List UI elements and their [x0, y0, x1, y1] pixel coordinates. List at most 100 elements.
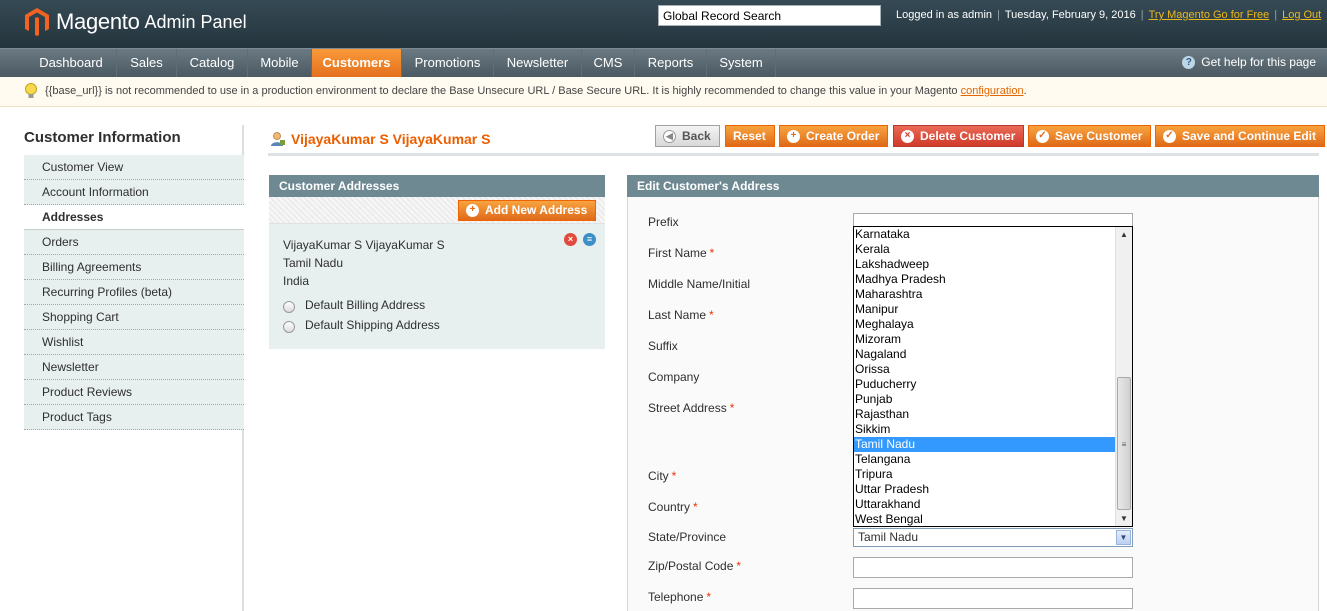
dropdown-scrollbar[interactable]: ▲ ≡ ▼: [1115, 227, 1132, 526]
chevron-down-icon[interactable]: ▼: [1116, 530, 1131, 545]
add-new-address-button[interactable]: + Add New Address: [458, 200, 597, 221]
prefix-label: Prefix: [648, 215, 679, 229]
logo-subtitle: Admin Panel: [144, 11, 247, 32]
nav-reports[interactable]: Reports: [635, 49, 707, 77]
help-link[interactable]: ? Get help for this page: [1182, 55, 1316, 69]
save-continue-button[interactable]: ✓ Save and Continue Edit: [1155, 125, 1326, 147]
sidebar-item-addresses[interactable]: Addresses: [24, 205, 244, 230]
save-customer-button[interactable]: ✓ Save Customer: [1028, 125, 1152, 147]
edit-address-header: Edit Customer's Address: [627, 175, 1319, 197]
state-option[interactable]: Manipur: [854, 302, 1116, 317]
state-option[interactable]: Meghalaya: [854, 317, 1116, 332]
state-option[interactable]: Sikkim: [854, 422, 1116, 437]
address-region: Tamil Nadu: [283, 256, 344, 270]
state-option[interactable]: Tamil Nadu: [854, 437, 1116, 452]
notice-end: .: [1023, 85, 1027, 97]
nav-system[interactable]: System: [707, 49, 776, 77]
scroll-down-icon[interactable]: ▼: [1116, 511, 1132, 526]
state-option[interactable]: Mizoram: [854, 332, 1116, 347]
state-option[interactable]: Orissa: [854, 362, 1116, 377]
nav-promotions[interactable]: Promotions: [402, 49, 494, 77]
add-new-address-label: Add New Address: [485, 203, 588, 217]
scroll-up-icon[interactable]: ▲: [1116, 227, 1132, 242]
delete-customer-button[interactable]: × Delete Customer: [893, 125, 1025, 147]
state-option[interactable]: Punjab: [854, 392, 1116, 407]
last-name-label: Last Name *: [648, 308, 714, 322]
try-magento-link[interactable]: Try Magento Go for Free: [1149, 9, 1270, 21]
nav-dashboard[interactable]: Dashboard: [26, 49, 117, 77]
state-option[interactable]: Lakshadweep: [854, 257, 1116, 272]
sidebar-tabs: Customer View Account Information Addres…: [24, 155, 244, 430]
lightbulb-icon: [25, 83, 37, 98]
admin-header: Magento Admin Panel Logged in as admin|T…: [0, 0, 1327, 48]
state-option[interactable]: Madhya Pradesh: [854, 272, 1116, 287]
sidebar-item-product-tags[interactable]: Product Tags: [24, 405, 244, 430]
plus-icon: +: [787, 129, 800, 143]
delete-customer-button-label: Delete Customer: [920, 128, 1016, 143]
nav-catalog[interactable]: Catalog: [177, 49, 248, 77]
sidebar-item-orders[interactable]: Orders: [24, 230, 244, 255]
nav-cms[interactable]: CMS: [582, 49, 635, 77]
state-option[interactable]: West Bengal: [854, 512, 1116, 526]
state-option[interactable]: Telangana: [854, 452, 1116, 467]
remove-address-icon[interactable]: ×: [564, 233, 577, 246]
title-divider: [268, 153, 1319, 156]
delete-icon: ×: [901, 129, 914, 143]
nav-mobile[interactable]: Mobile: [248, 49, 312, 77]
state-option[interactable]: Karnataka: [854, 227, 1116, 242]
state-option[interactable]: Puducherry: [854, 377, 1116, 392]
zip-input[interactable]: [853, 557, 1133, 578]
telephone-input[interactable]: [853, 588, 1133, 609]
sidebar-item-customer-view[interactable]: Customer View: [24, 155, 244, 180]
default-shipping-radio[interactable]: [283, 321, 295, 333]
state-option[interactable]: Nagaland: [854, 347, 1116, 362]
state-dropdown-list[interactable]: Karnataka Kerala Lakshadweep Madhya Pradesh…: [853, 226, 1133, 527]
scrollbar-thumb[interactable]: ≡: [1117, 377, 1131, 510]
back-button[interactable]: ◀ Back: [655, 125, 720, 147]
state-label: State/Province: [648, 530, 727, 544]
reset-button[interactable]: Reset: [725, 125, 775, 147]
state-option[interactable]: Rajasthan: [854, 407, 1116, 422]
state-option[interactable]: Tripura: [854, 467, 1116, 482]
sidebar-item-wishlist[interactable]: Wishlist: [24, 330, 244, 355]
sidebar-item-account-information[interactable]: Account Information: [24, 180, 244, 205]
state-select-value: Tamil Nadu: [858, 530, 919, 544]
logged-in-text: Logged in as admin: [896, 9, 993, 21]
sidebar-item-product-reviews[interactable]: Product Reviews: [24, 380, 244, 405]
sidebar-item-billing-agreements[interactable]: Billing Agreements: [24, 255, 244, 280]
address-name[interactable]: VijayaKumar S VijayaKumar S: [283, 238, 445, 252]
default-shipping-label: Default Shipping Address: [305, 318, 440, 332]
country-label: Country *: [648, 500, 698, 514]
logout-link[interactable]: Log Out: [1282, 9, 1321, 21]
system-notice: {{base_url}} is not recommended to use i…: [0, 77, 1327, 107]
state-select[interactable]: Tamil Nadu ▼: [853, 528, 1133, 547]
state-option[interactable]: Uttarakhand: [854, 497, 1116, 512]
middle-name-label: Middle Name/Initial: [648, 277, 751, 291]
state-option[interactable]: Uttar Pradesh: [854, 482, 1116, 497]
notice-text: {{base_url}} is not recommended to use i…: [45, 85, 958, 97]
page-title: VijayaKumar S VijayaKumar S: [270, 131, 490, 147]
default-billing-radio[interactable]: [283, 301, 295, 313]
first-name-label: First Name *: [648, 246, 715, 260]
state-option[interactable]: Kerala: [854, 242, 1116, 257]
customer-icon: [271, 132, 285, 146]
nav-customers[interactable]: Customers: [312, 49, 402, 77]
sidebar-item-recurring-profiles[interactable]: Recurring Profiles (beta): [24, 280, 244, 305]
edit-address-icon[interactable]: ≡: [583, 233, 596, 246]
back-arrow-icon: ◀: [663, 129, 676, 143]
date-text: Tuesday, February 9, 2016: [1004, 9, 1136, 21]
magento-logo[interactable]: Magento Admin Panel: [24, 6, 247, 38]
state-option[interactable]: Maharashtra: [854, 287, 1116, 302]
help-text: Get help for this page: [1201, 55, 1316, 69]
nav-sales[interactable]: Sales: [117, 49, 177, 77]
global-search-input[interactable]: [658, 5, 881, 26]
sidebar-item-shopping-cart[interactable]: Shopping Cart: [24, 305, 244, 330]
save-continue-button-label: Save and Continue Edit: [1182, 128, 1317, 143]
create-order-button[interactable]: + Create Order: [779, 125, 889, 147]
nav-newsletter[interactable]: Newsletter: [494, 49, 582, 77]
city-label: City *: [648, 469, 677, 483]
configuration-link[interactable]: configuration: [961, 85, 1024, 97]
sidebar-item-newsletter[interactable]: Newsletter: [24, 355, 244, 380]
customer-addresses-header: Customer Addresses: [269, 175, 605, 197]
header-links: Logged in as admin | Tuesday, February 9, …: [896, 9, 1322, 21]
